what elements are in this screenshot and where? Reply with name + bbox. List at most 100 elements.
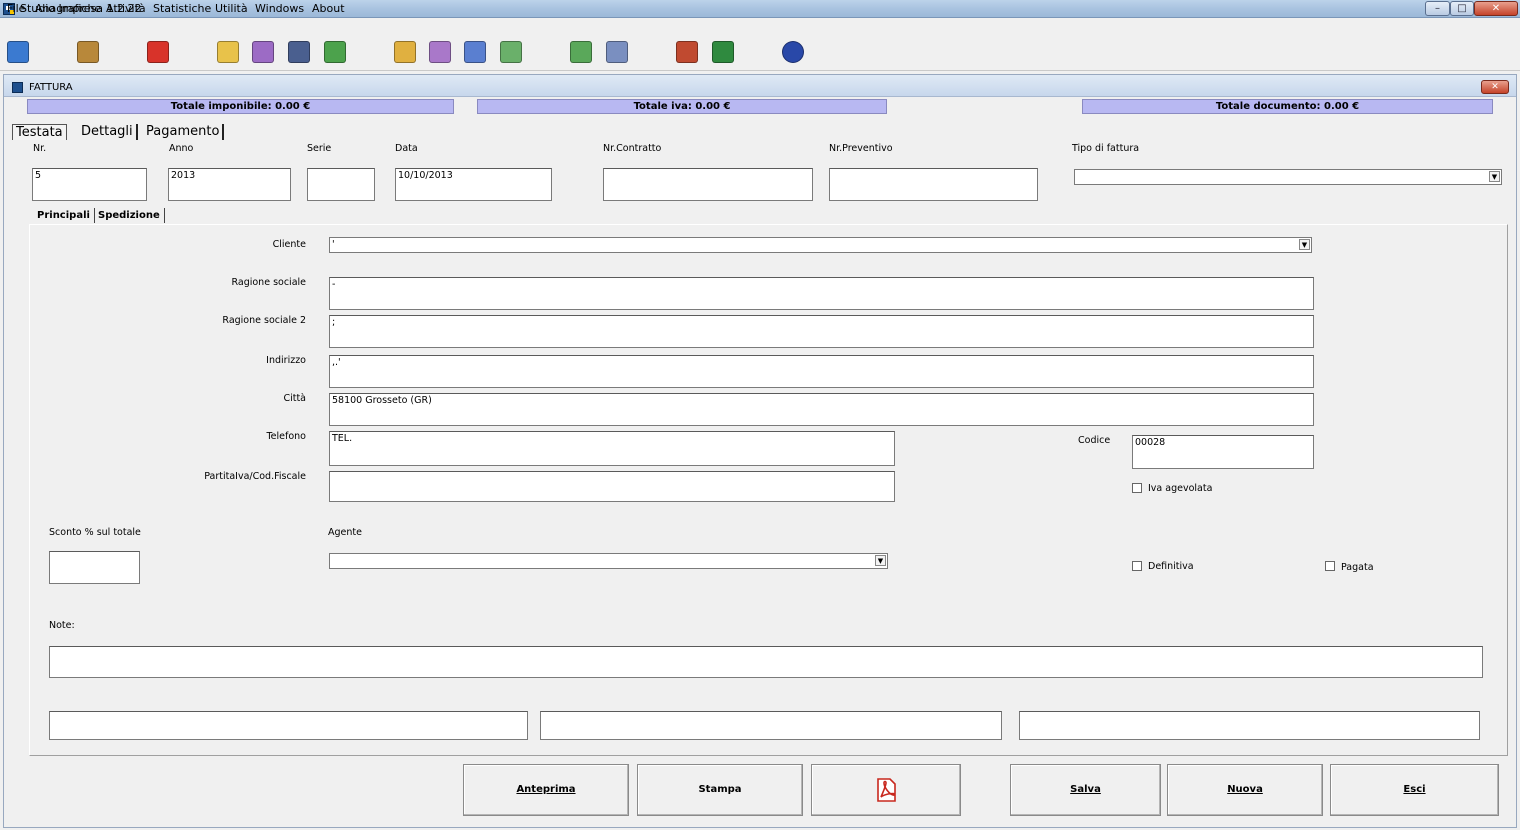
serie-input[interactable] xyxy=(307,168,375,201)
calculator-icon xyxy=(147,41,169,63)
sconto-label: Sconto % sul totale xyxy=(49,527,141,538)
tipo-fattura-select[interactable]: ▼ xyxy=(1074,169,1502,185)
extra-field-2[interactable] xyxy=(540,711,1002,740)
tab-dettagli[interactable]: Dettagli xyxy=(78,124,138,140)
toolbar-button-16[interactable] xyxy=(778,37,808,67)
toolbar-button-4[interactable] xyxy=(213,37,243,67)
nr-input[interactable]: 5 xyxy=(32,168,147,201)
contratto-label: Nr.Contratto xyxy=(603,143,662,154)
chevron-down-icon: ▼ xyxy=(1299,239,1310,250)
toolbar-button-15[interactable] xyxy=(708,37,738,67)
stampa-button[interactable]: Stampa xyxy=(637,764,803,816)
anno-label: Anno xyxy=(169,143,194,154)
tab-testata[interactable]: Testata xyxy=(12,124,67,140)
telefono-label: Telefono xyxy=(266,431,306,442)
citta-input[interactable]: 58100 Grosseto (GR) xyxy=(329,393,1314,426)
iva-agevolata-label: Iva agevolata xyxy=(1148,483,1213,494)
agente-label: Agente xyxy=(328,527,362,538)
sconto-input[interactable] xyxy=(49,551,140,584)
nuova-button[interactable]: Nuova xyxy=(1167,764,1323,816)
codice-input[interactable]: 00028 xyxy=(1132,435,1314,469)
salva-button[interactable]: Salva xyxy=(1010,764,1161,816)
ragione-sociale-2-input[interactable]: ; xyxy=(329,315,1314,348)
note-input[interactable] xyxy=(49,646,1483,678)
toolbar-button-8[interactable] xyxy=(390,37,420,67)
telefono-input[interactable]: TEL. xyxy=(329,431,895,466)
invoice-window-titlebar xyxy=(4,75,1516,97)
toolbar-button-2[interactable] xyxy=(73,37,103,67)
invoice-window-title: FATTURA xyxy=(29,82,73,93)
esci-button-label: Esci xyxy=(1403,784,1426,795)
codice-label: Codice xyxy=(1078,435,1111,446)
data-input[interactable]: 10/10/2013 xyxy=(395,168,552,201)
nuova-button-label: Nuova xyxy=(1227,784,1263,795)
menu-statistiche[interactable]: Statistiche xyxy=(153,2,211,15)
salva-button-label: Salva xyxy=(1070,784,1101,795)
menu-bar xyxy=(0,18,1520,35)
toolbar-button-10[interactable] xyxy=(460,37,490,67)
toolbar-button-1[interactable] xyxy=(3,37,33,67)
indirizzo-label: Indirizzo xyxy=(266,355,306,366)
nr-label: Nr. xyxy=(33,143,47,154)
esci-button[interactable]: Esci xyxy=(1330,764,1499,816)
extra-field-1[interactable] xyxy=(49,711,528,740)
toolbar-button-12[interactable] xyxy=(566,37,596,67)
tab-pagamento[interactable]: Pagamento xyxy=(143,124,225,140)
close-button[interactable]: ✕ xyxy=(1474,1,1518,16)
menu-about[interactable]: About xyxy=(312,2,345,15)
tipo-fattura-label: Tipo di fattura xyxy=(1072,143,1140,154)
chevron-down-icon: ▼ xyxy=(1489,171,1500,182)
cliente-select[interactable]: ' ▼ xyxy=(329,237,1312,253)
pdf-button[interactable] xyxy=(811,764,961,816)
calendar-clock-green-icon xyxy=(570,41,592,63)
pagata-checkbox[interactable] xyxy=(1325,561,1335,571)
toolbar-button-6[interactable] xyxy=(284,37,314,67)
print-icon xyxy=(288,41,310,63)
anno-input[interactable]: 2013 xyxy=(168,168,291,201)
excel-icon xyxy=(712,41,734,63)
menu-anagrafiche[interactable]: Anagrafiche xyxy=(35,2,101,15)
menu-utilita[interactable]: Utilità xyxy=(215,2,248,15)
invoice-close-button[interactable]: ✕ xyxy=(1481,80,1509,94)
chevron-down-icon: ▼ xyxy=(875,555,886,566)
anteprima-button[interactable]: Anteprima xyxy=(463,764,629,816)
agente-select[interactable]: ▼ xyxy=(329,553,888,569)
folder-purple-icon xyxy=(429,41,451,63)
ragione-sociale-2-label: Ragione sociale 2 xyxy=(222,315,306,326)
document-green-icon xyxy=(324,41,346,63)
anagrafiche-icon xyxy=(7,41,29,63)
preventivo-input[interactable] xyxy=(829,168,1038,201)
toolbar-button-5[interactable] xyxy=(248,37,278,67)
document-purple-icon xyxy=(252,41,274,63)
toolbar-button-3[interactable] xyxy=(143,37,173,67)
toolbar-button-14[interactable] xyxy=(672,37,702,67)
definitiva-checkbox[interactable] xyxy=(1132,561,1142,571)
toolbar-button-9[interactable] xyxy=(425,37,455,67)
menu-file[interactable]: File xyxy=(7,2,25,15)
iva-agevolata-checkbox[interactable] xyxy=(1132,483,1142,493)
menu-attivita[interactable]: Attività xyxy=(106,2,146,15)
toolbar-button-13[interactable] xyxy=(602,37,632,67)
ragione-sociale-label: Ragione sociale xyxy=(231,277,306,288)
subtab-principali[interactable]: Principali xyxy=(33,208,95,223)
maximize-button[interactable]: □ xyxy=(1450,1,1474,16)
toolbar-button-7[interactable] xyxy=(320,37,350,67)
indirizzo-input[interactable]: ,.' xyxy=(329,355,1314,388)
anteprima-button-label: Anteprima xyxy=(516,784,576,795)
subtab-spedizione[interactable]: Spedizione xyxy=(94,208,165,223)
partita-iva-input[interactable] xyxy=(329,471,895,502)
ragione-sociale-input[interactable]: - xyxy=(329,277,1314,310)
pdf-icon xyxy=(877,778,896,802)
folder-blue-icon xyxy=(464,41,486,63)
cliente-label: Cliente xyxy=(272,239,306,250)
definitiva-label: Definitiva xyxy=(1148,561,1194,572)
extra-field-3[interactable] xyxy=(1019,711,1480,740)
toolbar-button-11[interactable] xyxy=(496,37,526,67)
menu-windows[interactable]: Windows xyxy=(255,2,304,15)
note-label: Note: xyxy=(49,620,75,631)
minimize-button[interactable]: – xyxy=(1425,1,1450,16)
partita-iva-label: PartitaIva/Cod.Fiscale xyxy=(204,471,306,482)
totale-iva: Totale iva: 0.00 € xyxy=(477,99,887,114)
contratto-input[interactable] xyxy=(603,168,813,201)
articoli-icon xyxy=(77,41,99,63)
